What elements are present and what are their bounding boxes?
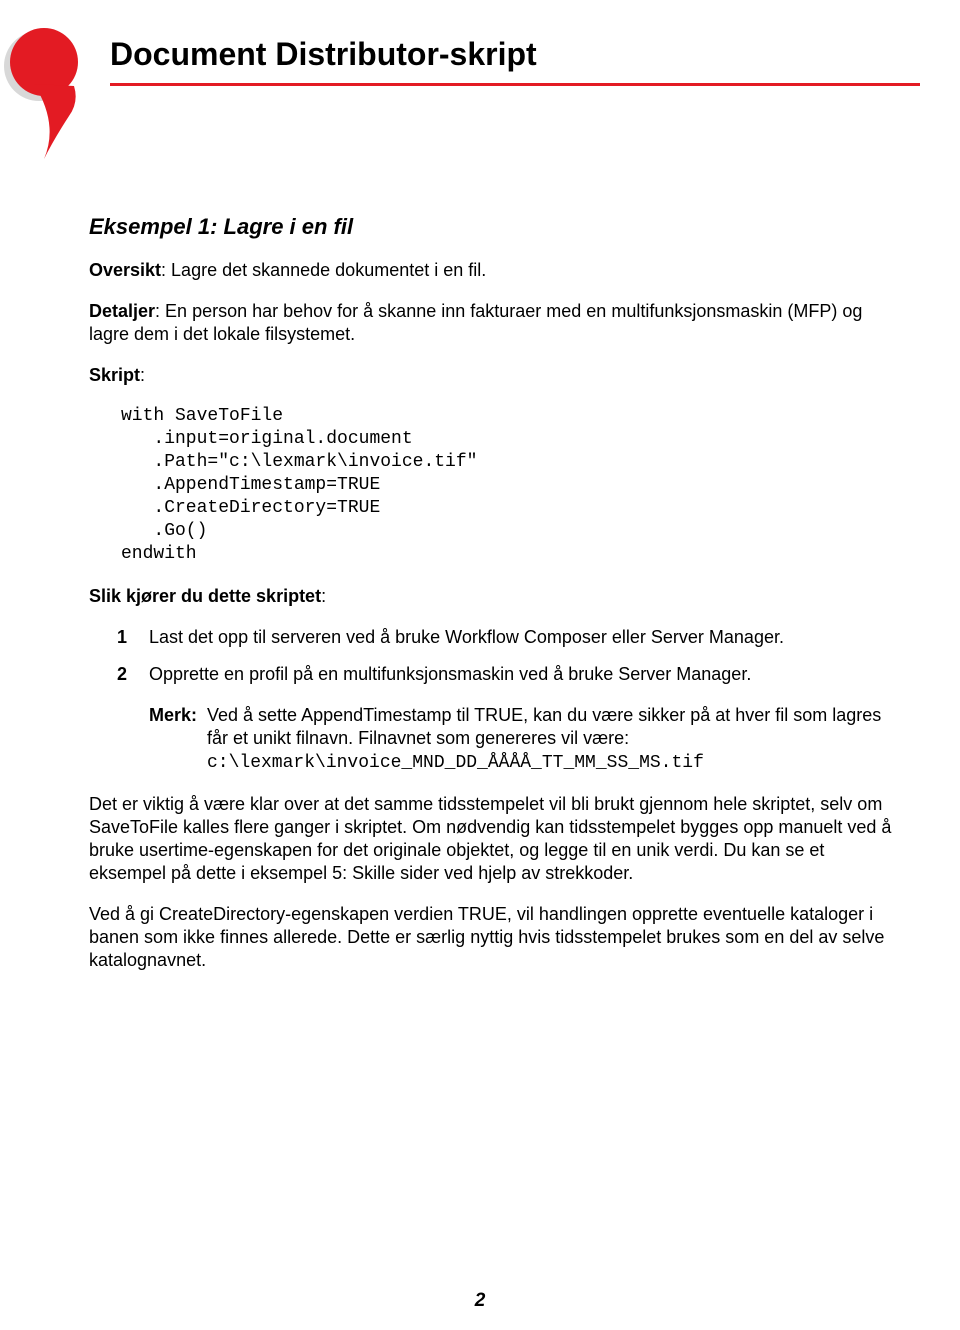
title-underline [110,83,920,86]
step-text: Opprette en profil på en multifunksjonsm… [149,663,751,686]
overview-para: Oversikt: Lagre det skannede dokumentet … [89,259,892,282]
overview-label: Oversikt [89,260,161,280]
script-label-para: Skript: [89,364,892,387]
list-item: 1 Last det opp til serveren ved å bruke … [117,626,892,649]
details-label: Detaljer [89,301,155,321]
page-number: 2 [0,1290,960,1312]
note-body: Ved å sette AppendTimestamp til TRUE, ka… [207,704,892,775]
note-block: Merk: Ved å sette AppendTimestamp til TR… [149,704,892,775]
note-code: c:\lexmark\invoice_MND_DD_ÅÅÅÅ_TT_MM_SS_… [207,753,704,773]
logo [4,28,79,103]
note-text: Ved å sette AppendTimestamp til TRUE, ka… [207,705,881,748]
howto-label: Slik kjører du dette skriptet [89,586,321,606]
script-code: with SaveToFile .input=original.document… [121,405,892,566]
example-heading: Eksempel 1: Lagre i en fil [89,213,892,241]
page-header: Document Distributor-skript [110,36,920,86]
step-number: 2 [117,663,149,686]
steps-list: 1 Last det opp til serveren ved å bruke … [117,626,892,686]
main-content: Eksempel 1: Lagre i en fil Oversikt: Lag… [89,213,892,990]
list-item: 2 Opprette en profil på en multifunksjon… [117,663,892,686]
page-title: Document Distributor-skript [110,36,920,73]
step-number: 1 [117,626,149,649]
step-text: Last det opp til serveren ved å bruke Wo… [149,626,784,649]
body-para-1: Det er viktig å være klar over at det sa… [89,793,892,885]
details-text: : En person har behov for å skanne inn f… [89,301,862,344]
overview-text: : Lagre det skannede dokumentet i en fil… [161,260,486,280]
note-label: Merk: [149,704,207,775]
details-para: Detaljer: En person har behov for å skan… [89,300,892,346]
logo-tail-icon [34,84,84,164]
script-label: Skript [89,365,140,385]
script-colon: : [140,365,145,385]
body-para-2: Ved å gi CreateDirectory-egenskapen verd… [89,903,892,972]
howto-para: Slik kjører du dette skriptet: [89,585,892,608]
